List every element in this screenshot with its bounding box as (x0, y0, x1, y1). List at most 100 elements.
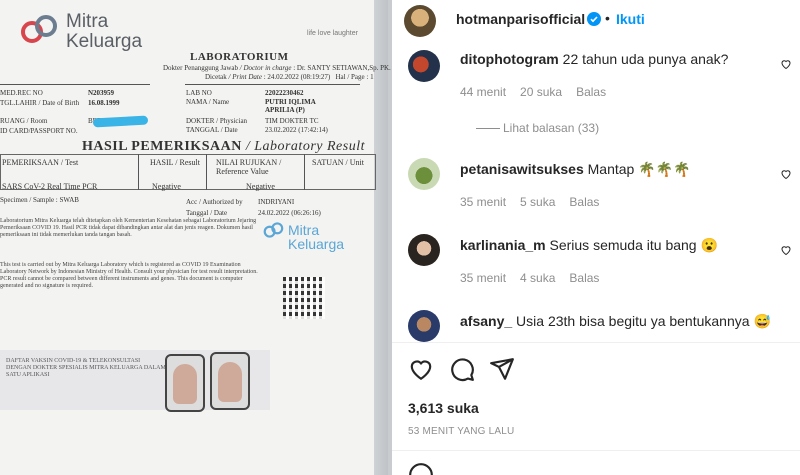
rule (0, 84, 150, 85)
mitra-keluarga-logo-icon (21, 15, 57, 43)
med-rec-label: MED.REC NO (0, 89, 43, 97)
authorized-value: INDRIYANI (258, 198, 295, 206)
comment-item: karlinania_m Serius semuda itu bang 😮 35… (392, 226, 800, 292)
physician-value: TIM DOKTER TC (265, 117, 319, 125)
section-divider (392, 450, 800, 451)
comment-avatar[interactable] (408, 310, 440, 342)
comment-meta: 44 menit 20 suka Balas (460, 85, 620, 99)
author-username[interactable]: hotmanparisofficial (456, 11, 585, 27)
author-avatar[interactable] (404, 5, 436, 37)
emoji-picker-icon[interactable] (408, 462, 434, 475)
col-divider (206, 154, 207, 190)
reply-button[interactable]: Balas (569, 271, 599, 285)
logo-text-1: Mitra (66, 11, 109, 32)
comment-text: ditophotogram 22 tahun uda punya anak? (460, 51, 729, 67)
comment-meta: 35 menit 5 suka Balas (460, 195, 613, 209)
comment-username[interactable]: afsany_ (460, 313, 512, 329)
comment-likes[interactable]: 5 suka (520, 195, 555, 209)
auth-date-value: 24.02.2022 (06:26:16) (258, 209, 321, 217)
comment-username[interactable]: petanisawitsukses (460, 161, 584, 177)
col-divider (304, 154, 305, 190)
palm-tree-emoji: 🌴🌴🌴 (638, 161, 691, 177)
sweat-smile-emoji: 😅 (753, 313, 771, 329)
tagline: life love laughter (307, 30, 358, 37)
post-photo[interactable]: Mitra Keluarga life love laughter LABORA… (0, 0, 392, 475)
banner-text: DAFTAR VAKSIN COVID-19 & TELEKONSULTASI … (6, 358, 166, 378)
phone-image (165, 354, 205, 412)
date-label: TANGGAL / Date (186, 126, 238, 134)
lab-no-value: 22022230462 (265, 89, 304, 97)
test-name: SARS CoV-2 Real Time PCR (2, 182, 98, 191)
like-comment-icon[interactable] (780, 58, 792, 70)
col-unit: SATUAN / Unit (312, 158, 365, 167)
post-header: hotmanparisofficial • Ikuti (392, 0, 800, 40)
qr-code (283, 277, 325, 319)
dob-value: 16.08.1999 (88, 99, 120, 107)
reply-button[interactable]: Balas (569, 195, 599, 209)
doctor-label: Dokter Penanggung Jawab / Doctor in char… (163, 64, 391, 72)
test-result: Negative (152, 182, 181, 191)
logo-text-2: Keluarga (66, 31, 143, 52)
note-id: Laboratorium Mitra Keluarga telah diteta… (0, 218, 257, 238)
likes-count[interactable]: 3,613 suka (408, 400, 479, 416)
specimen: Specimen / Sample : SWAB (0, 196, 79, 204)
comment-avatar[interactable] (408, 234, 440, 266)
comment-text: afsany_ Usia 23th bisa begitu ya bentuka… (460, 313, 771, 329)
comment-likes[interactable]: 4 suka (520, 271, 555, 285)
separator-dot: • (605, 10, 610, 26)
auth-date-label: Tanggal / Date (186, 209, 228, 217)
post-time[interactable]: 53 MENIT YANG LALU (408, 426, 514, 437)
results-heading: HASIL PEMERIKSAAN / Laboratory Result (82, 139, 365, 154)
comment-text: petanisawitsukses Mantap 🌴🌴🌴 (460, 161, 691, 177)
reply-button[interactable]: Balas (576, 85, 606, 99)
redaction-mark (92, 115, 149, 128)
like-comment-icon[interactable] (780, 244, 792, 256)
post-side-panel: hotmanparisofficial • Ikuti ditophotogra… (392, 0, 800, 475)
face-image (173, 364, 197, 404)
col-divider (138, 154, 139, 190)
comment-time: 35 menit (460, 271, 507, 285)
id-label: ID CARD/PASSPORT NO. (0, 127, 78, 135)
app-banner: DAFTAR VAKSIN COVID-19 & TELEKONSULTASI … (0, 350, 270, 412)
authorized-label: Acc / Authorized by (186, 198, 243, 206)
comment-likes[interactable]: 20 suka (520, 85, 562, 99)
comment-meta: 35 menit 4 suka Balas (460, 271, 613, 285)
stamp-logo-icon (263, 222, 284, 238)
stamp-text: Keluarga (288, 236, 345, 252)
comment-username[interactable]: ditophotogram (460, 51, 559, 67)
dob-label: TGL.LAHIR / Date of Birth (0, 99, 80, 107)
comment-item: ditophotogram 22 tahun uda punya anak? 4… (392, 42, 800, 152)
follow-button[interactable]: Ikuti (616, 11, 645, 27)
comment-username[interactable]: karlinania_m (460, 237, 546, 253)
comment-item: afsany_ Usia 23th bisa begitu ya bentuka… (392, 302, 800, 342)
lab-title: LABORATORIUM (190, 51, 289, 63)
col-test: PEMERIKSAAN / Test (2, 158, 79, 167)
col-reference: NILAI RUJUKAN / Reference Value (216, 158, 282, 176)
verified-badge-icon (587, 12, 601, 26)
col-result: HASIL / Result (150, 158, 200, 167)
comment-item: petanisawitsukses Mantap 🌴🌴🌴 35 menit 5 s… (392, 150, 800, 216)
replies-line (476, 128, 500, 129)
comment-bubble-icon[interactable] (449, 356, 475, 382)
rule (185, 84, 360, 85)
like-comment-icon[interactable] (780, 168, 792, 180)
surprised-emoji: 😮 (700, 237, 718, 253)
section-divider (392, 342, 800, 343)
physician-label: DOKTER / Physician (186, 117, 248, 125)
test-reference: Negative (246, 182, 275, 191)
comment-time: 44 menit (460, 85, 507, 99)
lab-no-label: LAB NO (186, 89, 212, 97)
print-date: Dicetak / Print Date : 24.02.2022 (08:19… (205, 73, 374, 81)
comment-text: karlinania_m Serius semuda itu bang 😮 (460, 237, 718, 253)
mitra-keluarga-logo: Mitra Keluarga (18, 8, 158, 52)
comment-avatar[interactable] (408, 50, 440, 82)
comment-avatar[interactable] (408, 158, 440, 190)
name-value: PUTRI IQLIMA APRILIA (P) (265, 98, 316, 114)
comment-time: 35 menit (460, 195, 507, 209)
like-heart-icon[interactable] (408, 356, 434, 382)
phone-image (210, 352, 250, 410)
lab-result-document: Mitra Keluarga life love laughter LABORA… (0, 0, 391, 475)
share-paper-plane-icon[interactable] (489, 356, 515, 382)
view-replies-button[interactable]: Lihat balasan (33) (503, 121, 599, 135)
med-rec-value: N203959 (88, 89, 115, 97)
